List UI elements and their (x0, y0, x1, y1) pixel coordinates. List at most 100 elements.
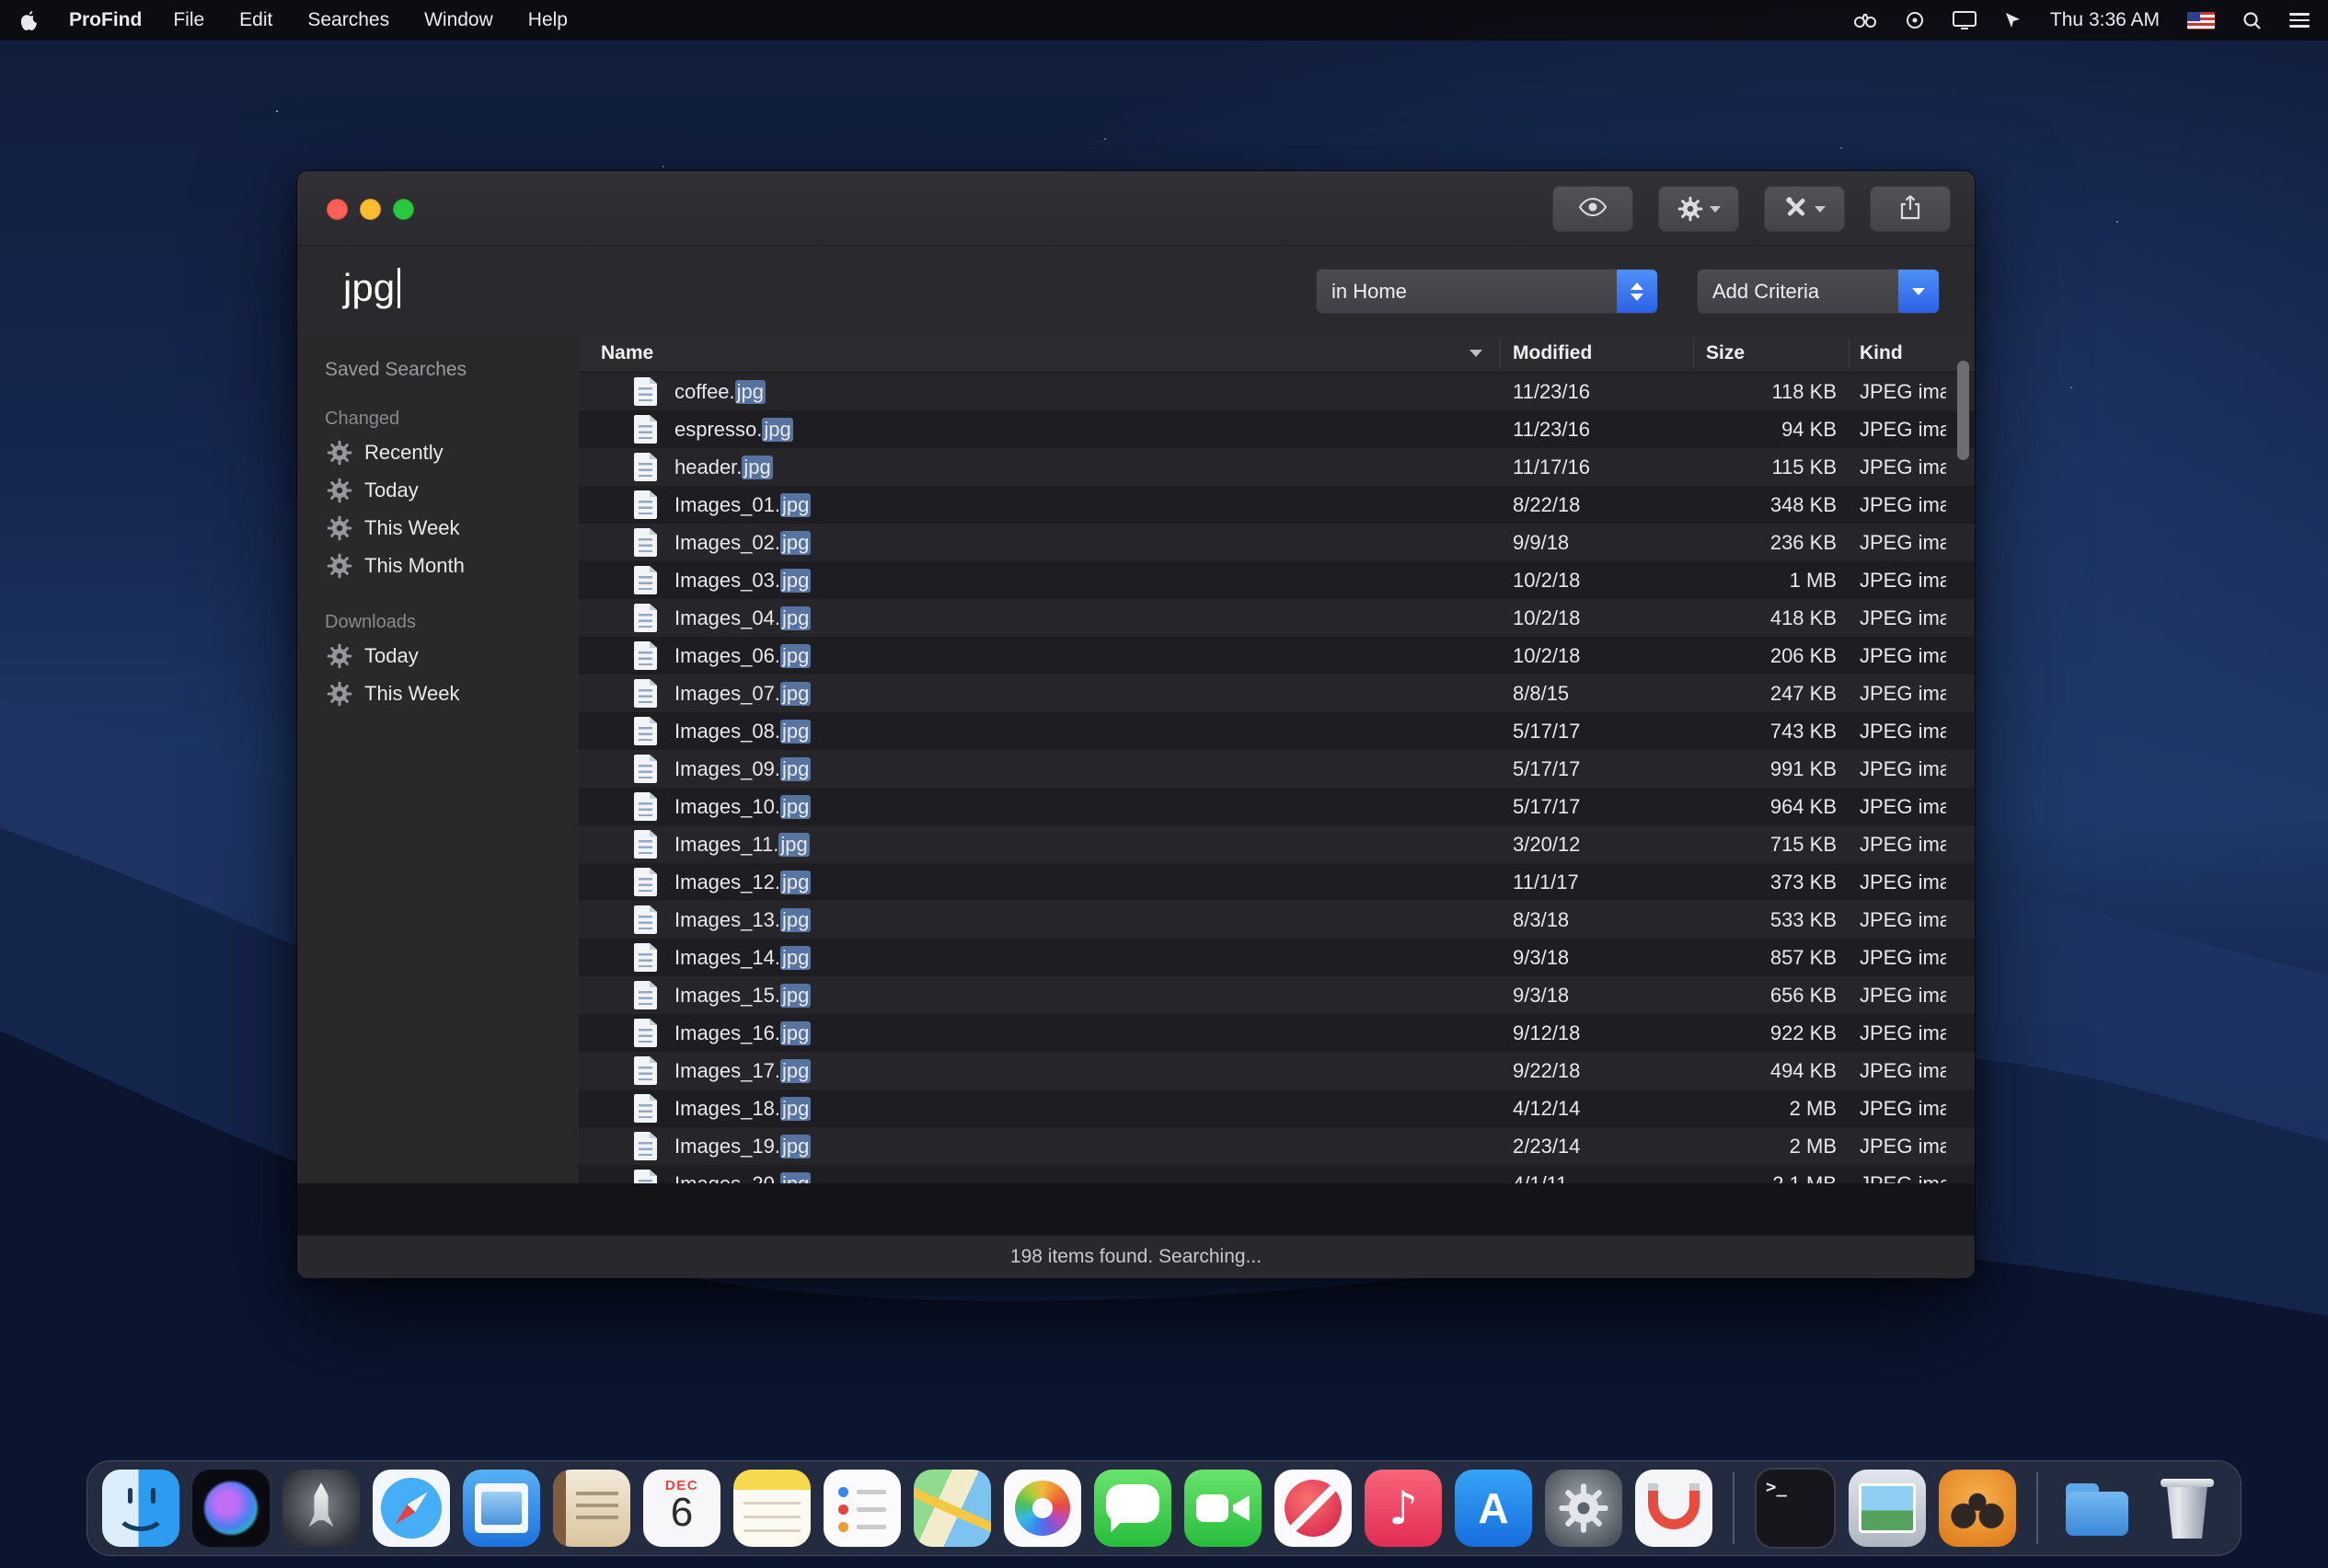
us-flag-icon[interactable] (2187, 12, 2215, 29)
add-criteria-popup[interactable]: Add Criteria (1697, 269, 1940, 314)
table-row[interactable]: Images_02.jpg9/9/18236 KBJPEG image (579, 524, 1975, 561)
dock-finder-icon[interactable] (102, 1470, 179, 1547)
add-criteria-label: Add Criteria (1698, 280, 1898, 304)
dock-terminal-icon[interactable] (1755, 1468, 1836, 1549)
ring-icon[interactable] (1905, 10, 1925, 30)
column-divider[interactable] (1500, 339, 1501, 368)
table-row[interactable]: Images_09.jpg5/17/17991 KBJPEG image (579, 750, 1975, 788)
match-highlight: jpg (780, 870, 811, 894)
dock-siri-icon[interactable] (192, 1470, 270, 1547)
match-highlight: jpg (780, 606, 811, 630)
binoculars-icon[interactable] (1853, 12, 1877, 29)
dock-notes-icon[interactable] (733, 1470, 811, 1547)
document-icon (634, 1132, 657, 1160)
table-row[interactable]: Images_15.jpg9/3/18656 KBJPEG image (579, 976, 1975, 1014)
dock-messages-icon[interactable] (1094, 1470, 1171, 1547)
dock-reminders-icon[interactable] (824, 1470, 901, 1547)
table-row[interactable]: espresso.jpg11/23/1694 KBJPEG image (579, 410, 1975, 448)
spotlight-search-icon[interactable] (2242, 11, 2262, 30)
table-row[interactable]: Images_17.jpg9/22/18494 KBJPEG image (579, 1052, 1975, 1090)
file-size: 743 KB (1693, 712, 1837, 750)
table-row[interactable]: Images_07.jpg8/8/15247 KBJPEG image (579, 674, 1975, 712)
sidebar-item-label: This Week (364, 516, 460, 540)
dock-app-store-icon[interactable] (1455, 1470, 1532, 1547)
table-row[interactable]: Images_14.jpg9/3/18857 KBJPEG image (579, 939, 1975, 976)
dock-system-preferences-icon[interactable] (1545, 1470, 1622, 1547)
sidebar-item-downloads-today[interactable]: Today (297, 637, 579, 674)
table-row[interactable]: Images_18.jpg4/12/142 MBJPEG image (579, 1090, 1975, 1127)
scope-popup[interactable]: in Home (1316, 269, 1658, 314)
dock-music-icon[interactable] (1365, 1470, 1442, 1547)
dock-facetime-icon[interactable] (1184, 1470, 1262, 1547)
dock-launchpad-icon[interactable] (282, 1470, 360, 1547)
column-divider[interactable] (1693, 339, 1694, 368)
table-row[interactable]: coffee.jpg11/23/16118 KBJPEG image (579, 373, 1975, 410)
dock-itunes-icon[interactable] (1274, 1470, 1352, 1547)
column-header-name[interactable]: Name (601, 335, 653, 372)
column-divider[interactable] (1849, 339, 1850, 368)
sort-chevron-icon[interactable] (1469, 350, 1482, 357)
file-size: 206 KB (1693, 637, 1837, 674)
zoom-button[interactable] (393, 199, 414, 220)
window-titlebar[interactable] (297, 171, 1975, 246)
dock-magnet-icon[interactable] (1635, 1470, 1712, 1547)
apple-menu-icon[interactable] (20, 10, 38, 31)
menu-help[interactable]: Help (528, 9, 568, 31)
search-input[interactable]: jpg (343, 266, 400, 310)
column-header-size[interactable]: Size (1706, 335, 1745, 372)
sidebar-item-downloads-this-week[interactable]: This Week (297, 674, 579, 712)
file-modified: 5/17/17 (1513, 750, 1688, 788)
document-icon (634, 490, 657, 519)
share-button[interactable] (1870, 186, 1951, 232)
table-row[interactable]: Images_10.jpg5/17/17964 KBJPEG image (579, 788, 1975, 825)
file-name: Images_01.jpg (674, 486, 811, 524)
table-row[interactable]: Images_19.jpg2/23/142 MBJPEG image (579, 1127, 1975, 1165)
menu-window[interactable]: Window (424, 9, 493, 31)
file-modified: 11/23/16 (1513, 373, 1688, 410)
table-row[interactable]: Images_20.jpg4/1/112.1 MBJPEG image (579, 1165, 1975, 1183)
display-icon[interactable] (1953, 11, 1976, 29)
table-row[interactable]: Images_12.jpg11/1/17373 KBJPEG image (579, 863, 1975, 901)
table-row[interactable]: Images_13.jpg8/3/18533 KBJPEG image (579, 901, 1975, 939)
menu-searches[interactable]: Searches (307, 9, 389, 31)
dock-safari-icon[interactable] (373, 1470, 450, 1547)
vertical-scrollbar[interactable] (1957, 361, 1969, 460)
dock-mail-icon[interactable] (463, 1470, 540, 1547)
notification-list-icon[interactable] (2289, 13, 2310, 28)
dock-profind-icon[interactable] (1939, 1470, 2016, 1547)
table-row[interactable]: header.jpg11/17/16115 KBJPEG image (579, 448, 1975, 486)
table-row[interactable]: Images_06.jpg10/2/18206 KBJPEG image (579, 637, 1975, 674)
file-modified: 9/3/18 (1513, 939, 1688, 976)
dock-photos-icon[interactable] (1004, 1470, 1081, 1547)
table-row[interactable]: Images_01.jpg8/22/18348 KBJPEG image (579, 486, 1975, 524)
actions-button[interactable] (1658, 186, 1739, 232)
cursor-icon[interactable] (2004, 11, 2023, 29)
menubar-clock[interactable]: Thu 3:36 AM (2050, 9, 2160, 31)
table-row[interactable]: Images_16.jpg9/12/18922 KBJPEG image (579, 1014, 1975, 1052)
sidebar-item-changed-today[interactable]: Today (297, 471, 579, 509)
active-app-name[interactable]: ProFind (69, 9, 142, 31)
file-kind: JPEG image (1860, 1052, 1946, 1090)
column-header-modified[interactable]: Modified (1513, 335, 1592, 372)
table-row[interactable]: Images_08.jpg5/17/17743 KBJPEG image (579, 712, 1975, 750)
table-row[interactable]: Images_11.jpg3/20/12715 KBJPEG image (579, 825, 1975, 863)
menu-edit[interactable]: Edit (239, 9, 272, 31)
table-row[interactable]: Images_03.jpg10/2/181 MBJPEG image (579, 561, 1975, 599)
menu-file[interactable]: File (173, 9, 204, 31)
dock-downloads-folder-icon[interactable] (2058, 1470, 2136, 1547)
sidebar-item-changed-this-month[interactable]: This Month (297, 547, 579, 584)
dock-screenshot-icon[interactable] (1849, 1470, 1926, 1547)
column-header-kind[interactable]: Kind (1860, 335, 1903, 372)
preview-button[interactable] (1552, 186, 1633, 232)
dock-contacts-icon[interactable] (553, 1470, 630, 1547)
tools-button[interactable] (1764, 186, 1845, 232)
gear-icon (1558, 1482, 1609, 1534)
dock-calendar-icon[interactable]: DEC6 (643, 1470, 720, 1547)
sidebar-item-changed-recently[interactable]: Recently (297, 433, 579, 471)
dock-trash-icon[interactable] (2149, 1470, 2226, 1547)
close-button[interactable] (327, 199, 348, 220)
minimize-button[interactable] (360, 199, 381, 220)
table-row[interactable]: Images_04.jpg10/2/18418 KBJPEG image (579, 599, 1975, 637)
dock-maps-icon[interactable] (914, 1470, 991, 1547)
sidebar-item-changed-this-week[interactable]: This Week (297, 509, 579, 547)
